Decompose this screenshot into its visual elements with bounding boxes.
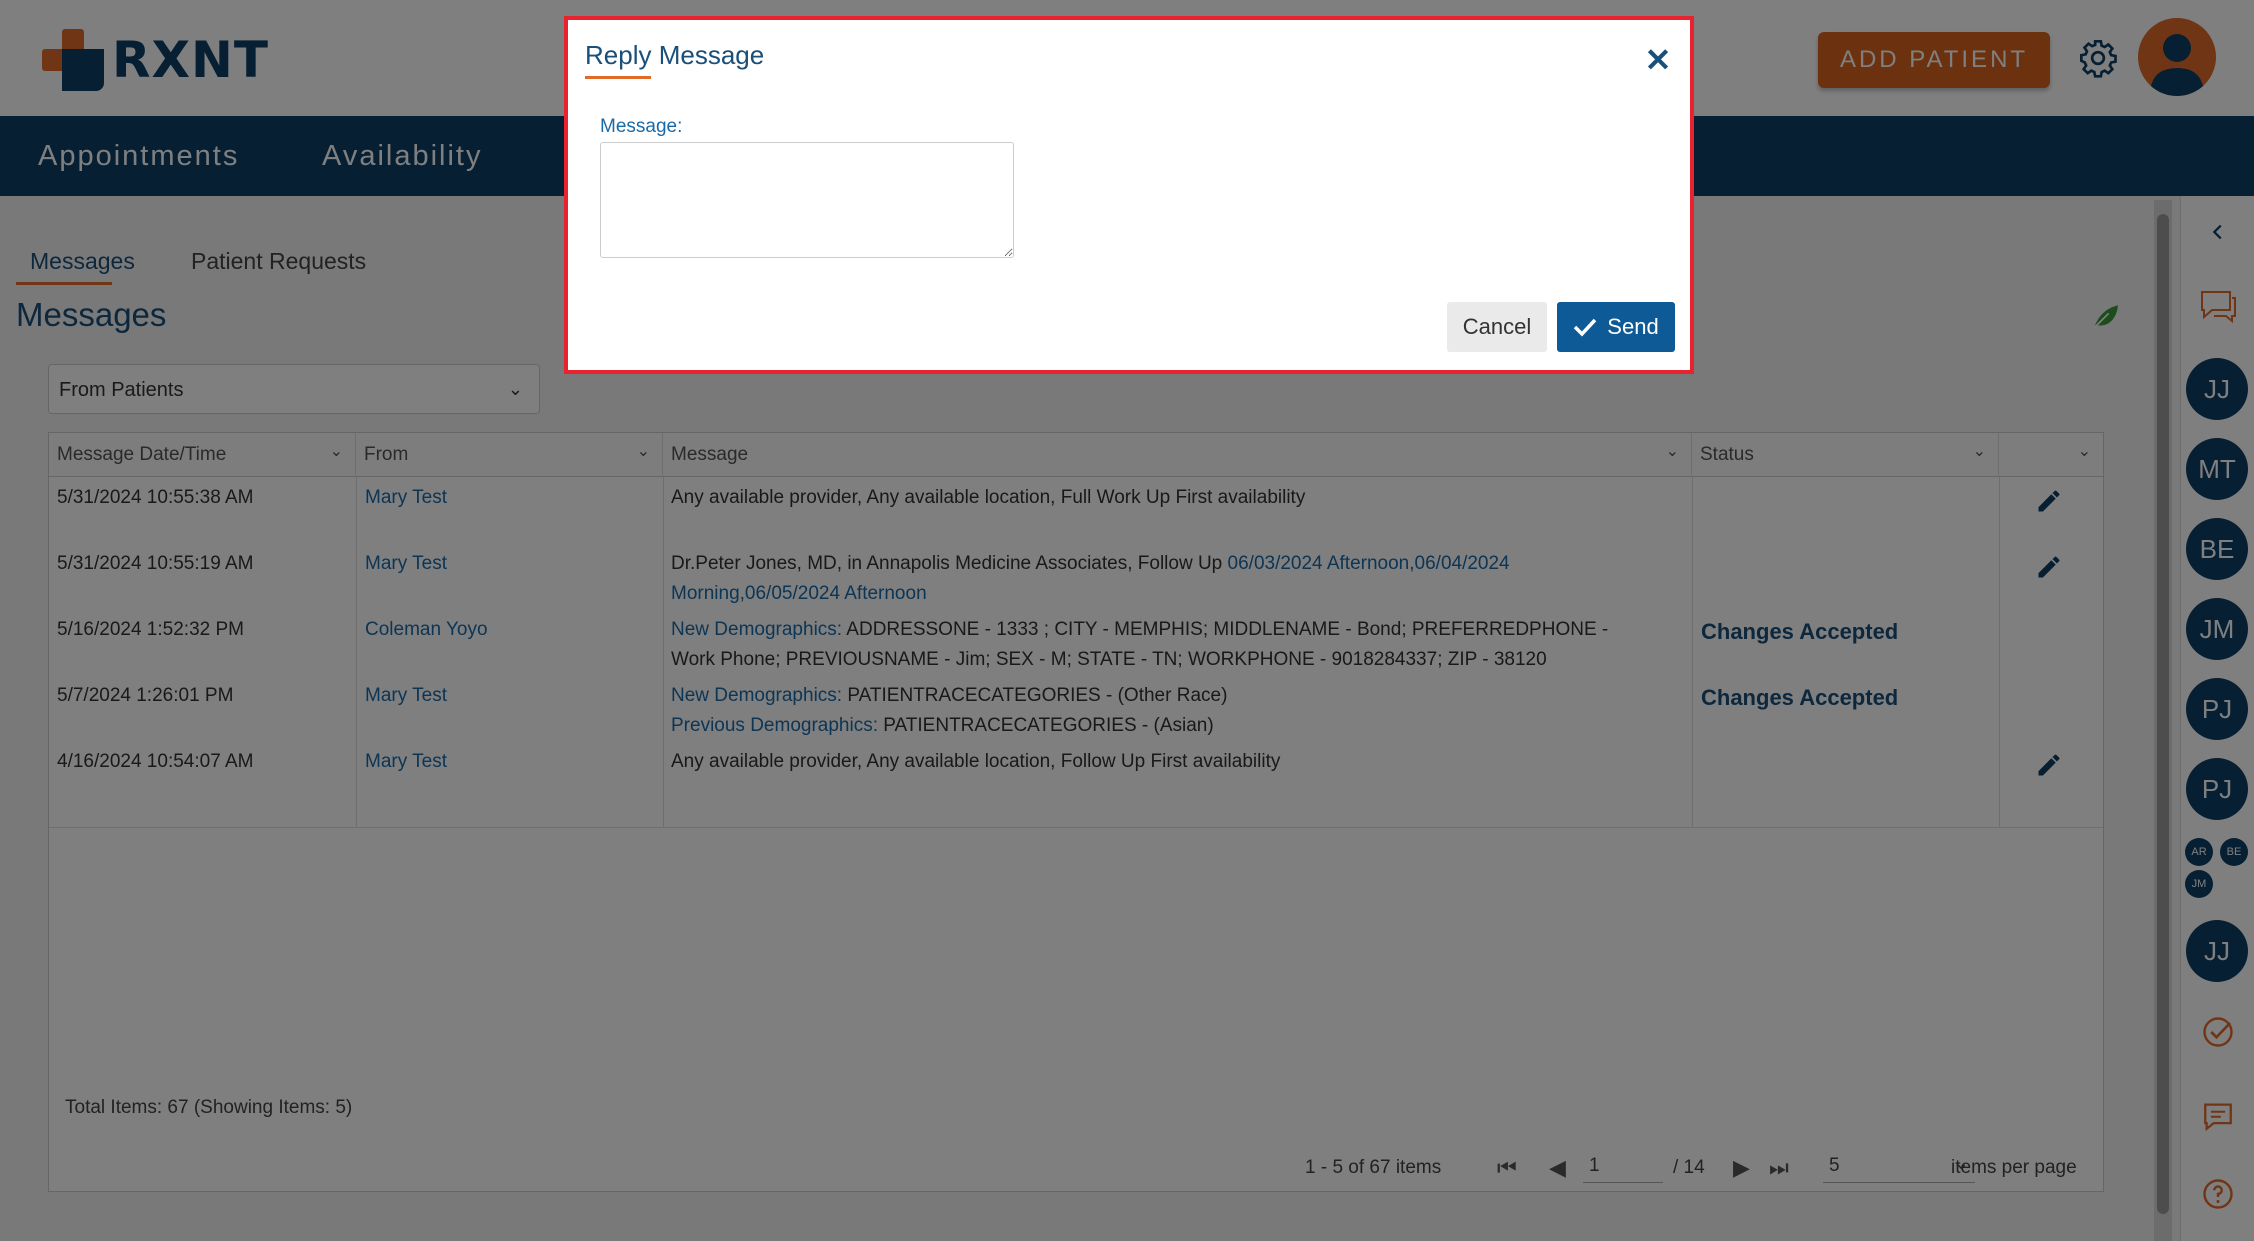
reply-message-dialog: Reply Message ✕ Message: Cancel Send (564, 16, 1694, 374)
cancel-button[interactable]: Cancel (1447, 302, 1547, 352)
dialog-title-underline (585, 76, 651, 79)
send-button[interactable]: Send (1557, 302, 1675, 352)
message-label: Message: (600, 116, 683, 137)
close-icon[interactable]: ✕ (1640, 42, 1676, 78)
send-button-label: Send (1607, 314, 1659, 339)
checkmark-icon (1574, 318, 1597, 337)
message-textarea[interactable] (600, 142, 1014, 258)
dialog-title: Reply Message (585, 40, 765, 70)
